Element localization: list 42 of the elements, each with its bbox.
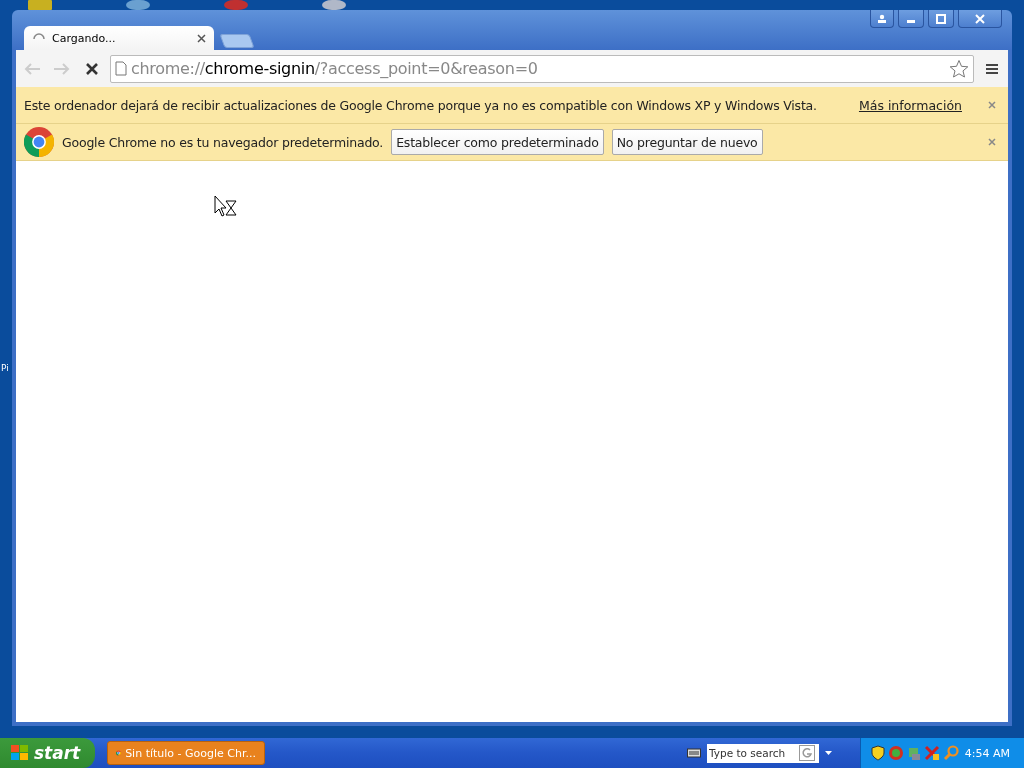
infobar-message: Google Chrome no es tu navegador predeterminado. [62, 134, 384, 150]
maximize-button[interactable] [928, 10, 954, 28]
bookmark-star-icon[interactable] [949, 58, 969, 79]
chrome-logo-icon [24, 127, 54, 157]
desktop-icon-label: Pi [1, 363, 9, 373]
stop-icon [85, 61, 99, 76]
keyboard-icon[interactable] [687, 748, 701, 758]
close-tab-icon[interactable] [197, 33, 206, 43]
infobar-button[interactable]: Establecer como predeterminado [391, 129, 604, 155]
profile-button[interactable] [870, 10, 894, 28]
person-icon [877, 13, 887, 24]
desktop-shortcut-icon[interactable] [26, 0, 54, 10]
close-icon [988, 138, 996, 146]
maximize-icon [936, 13, 946, 24]
antivirus-icon[interactable] [924, 745, 940, 761]
dropdown-caret-icon[interactable] [825, 751, 832, 755]
page-icon [115, 61, 127, 76]
address-bar[interactable]: chrome://chrome-signin/?access_point=0&reason=0 [110, 54, 974, 83]
url-text: chrome://chrome-signin/?access_point=0&reason=0 [131, 59, 539, 78]
new-tab-button[interactable] [219, 34, 255, 48]
busy-cursor-icon [214, 195, 238, 217]
search-field[interactable]: Type to search [707, 743, 819, 763]
search-provider-icon [799, 745, 815, 761]
browser-tab[interactable]: Cargando... [24, 26, 214, 50]
tab-title: Cargando... [52, 31, 117, 45]
forward-arrow-icon [53, 61, 71, 76]
close-button[interactable] [958, 10, 1002, 28]
close-icon [975, 13, 985, 24]
more-info-link[interactable]: Más información [858, 97, 962, 113]
desktop-shortcut-icon[interactable] [320, 0, 348, 10]
windows-flag-icon [10, 744, 30, 762]
desktop-shortcut-icon[interactable] [124, 0, 152, 10]
clock: 4:54 AM [964, 746, 1010, 760]
infobar-button[interactable]: No preguntar de nuevo [611, 129, 763, 155]
back-arrow-icon [23, 61, 41, 76]
minimize-icon [907, 20, 915, 23]
minimize-button[interactable] [898, 10, 924, 28]
menu-icon [985, 62, 999, 75]
start-button[interactable]: start [0, 738, 95, 768]
close-icon [988, 101, 996, 109]
infobar-message: Este ordenador dejará de recibir actualizaciones de Google Chrome porque ya no es compatible con Windows XP y Windows Vista. [24, 97, 817, 113]
shield-icon[interactable] [871, 745, 885, 761]
